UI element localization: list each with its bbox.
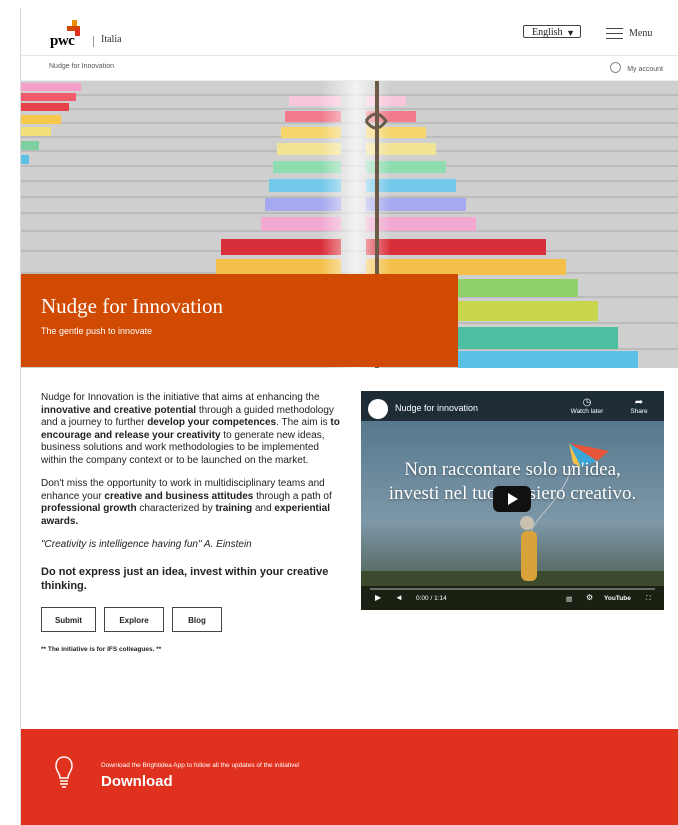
play-button[interactable] <box>493 486 531 512</box>
chevron-down-icon: ▼ <box>566 28 575 38</box>
share-arrow-icon: ➦ <box>634 397 644 408</box>
menu-label: Menu <box>629 28 653 39</box>
hero-banner: Nudge for Innovation The gentle push to … <box>21 274 458 367</box>
my-account-label: My account <box>627 66 663 73</box>
region-label: Italia <box>101 34 122 45</box>
watch-later-button[interactable]: ◷ Watch later <box>569 397 605 415</box>
intro-paragraph: Nudge for Innovation is the initiative t… <box>41 392 340 466</box>
video-control-bar: ▶ ◄ 0:00 / 1:14 ▧ ⚙ YouTube ⛶ <box>361 586 664 610</box>
einstein-quote: "Creativity is intelligence having fun" … <box>41 539 252 550</box>
action-buttons: Submit Explore Blog <box>41 606 346 632</box>
sub-navigation: Nudge for Innovation My account <box>21 56 678 81</box>
download-caption: Download the Brightidea App to follow al… <box>101 762 300 769</box>
clock-icon: ◷ <box>582 397 592 408</box>
fullscreen-icon[interactable]: ⛶ <box>646 595 651 603</box>
logo-divider <box>93 36 94 47</box>
breadcrumb[interactable]: Nudge for Innovation <box>49 63 114 70</box>
captions-icon[interactable]: ▧ <box>566 595 572 603</box>
video-time: 0:00 / 1:14 <box>416 595 447 602</box>
lightbulb-icon <box>55 756 73 788</box>
youtube-logo[interactable]: YouTube <box>604 595 631 602</box>
youtube-video-player[interactable]: Nudge for innovation ◷ Watch later ➦ Sha… <box>361 391 664 610</box>
play-icon[interactable]: ▶ <box>375 593 381 602</box>
language-select[interactable]: English ▼ <box>523 25 581 38</box>
share-label: Share <box>630 408 648 415</box>
top-bar: pwc Italia English ▼ Menu <box>21 8 678 56</box>
opportunity-paragraph: Don't miss the opportunity to work in mu… <box>41 478 332 527</box>
blog-button[interactable]: Blog <box>172 606 222 632</box>
main-content: Nudge for Innovation is the initiative t… <box>41 392 346 656</box>
explore-button[interactable]: Explore <box>104 606 164 632</box>
logo-wordmark: pwc <box>50 33 75 49</box>
download-footer: Download the Brightidea App to follow al… <box>21 729 678 825</box>
page-subtitle: The gentle push to innovate <box>41 326 153 336</box>
download-link[interactable]: Download <box>101 773 173 790</box>
submit-button[interactable]: Submit <box>41 606 96 632</box>
hamburger-icon <box>606 28 623 39</box>
share-button[interactable]: ➦ Share <box>625 397 653 415</box>
menu-button[interactable]: Menu <box>606 26 666 42</box>
video-overlay-line1: Non raccontare solo un'idea, <box>404 459 621 480</box>
tagline: Do not express just an idea, invest with… <box>41 565 329 592</box>
watch-later-label: Watch later <box>570 408 604 415</box>
video-title[interactable]: Nudge for innovation <box>395 403 478 413</box>
page-title: Nudge for Innovation <box>41 294 223 318</box>
settings-gear-icon[interactable]: ⚙ <box>586 593 593 602</box>
hero-image: Nudge for Innovation The gentle push to … <box>21 81 678 368</box>
user-icon <box>610 62 622 73</box>
video-progress-bar[interactable] <box>370 588 655 590</box>
pwc-logo[interactable]: pwc <box>47 20 87 49</box>
my-account-link[interactable]: My account <box>610 62 663 73</box>
page-frame: pwc Italia English ▼ Menu Nudge for Inno… <box>20 8 678 825</box>
volume-icon[interactable]: ◄ <box>395 593 403 602</box>
pwc-channel-avatar[interactable] <box>368 399 388 419</box>
language-value: English <box>532 27 563 38</box>
eligibility-note: ** The initiative is for IFS colleagues.… <box>41 645 162 653</box>
